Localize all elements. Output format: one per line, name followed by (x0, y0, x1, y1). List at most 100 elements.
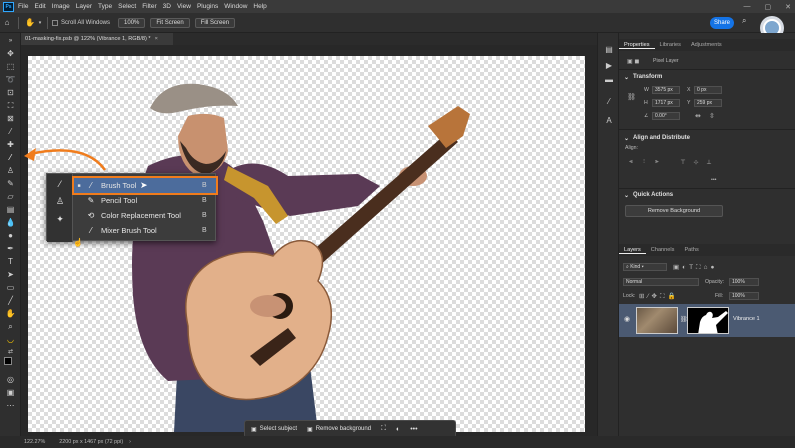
edit-toolbar-icon[interactable]: ⋯ (5, 401, 16, 410)
zoom-100-button[interactable]: 100% (118, 17, 146, 28)
search-icon[interactable]: ⌕ (742, 16, 746, 26)
quick-actions-chevron-icon[interactable]: ⌄ (624, 192, 629, 199)
paragraph-icon[interactable]: A (604, 116, 614, 126)
crop-tool-icon[interactable]: ⛶ (5, 101, 16, 110)
layer-name[interactable]: Vibrance 1 (733, 316, 760, 322)
align-left-icon[interactable]: ⫷ (627, 159, 635, 167)
align-chevron-icon[interactable]: ⌄ (624, 135, 629, 142)
share-button[interactable]: Share (710, 17, 734, 29)
align-bottom-icon[interactable]: ⊥ (705, 159, 713, 167)
gradient-tool-icon[interactable]: ▤ (5, 205, 16, 214)
opacity-field[interactable]: 100% (729, 278, 759, 286)
toolbar-collapse-icon[interactable]: » (5, 37, 16, 46)
marquee-tool-icon[interactable]: ⬚ (5, 62, 16, 71)
document-tab[interactable]: 01-masking-fix.psb @ 122% (Vibrance 1, R… (21, 33, 173, 45)
flyout-item-mixer-brush-tool[interactable]: ⁄ Mixer Brush Tool B (74, 223, 216, 238)
zoom-level[interactable]: 122.27% (24, 439, 45, 445)
select-subject-button[interactable]: ▣ Select subject (251, 426, 297, 433)
tab-paths[interactable]: Paths (679, 247, 703, 253)
align-top-icon[interactable]: ⊤ (679, 159, 687, 167)
brush-tool-icon[interactable]: ⁄ (53, 179, 67, 191)
quick-mask-icon[interactable]: ◎ (5, 375, 16, 384)
chevron-down-icon[interactable]: ▾ (37, 20, 43, 26)
move-tool-icon[interactable]: ✥ (5, 49, 16, 58)
flyout-item-color-replacement-tool[interactable]: ⟲ Color Replacement Tool B (74, 208, 216, 223)
tab-channels[interactable]: Channels (646, 247, 680, 253)
path-selection-tool-icon[interactable]: ➤ (5, 270, 16, 279)
align-hcenter-icon[interactable]: ⫶ (640, 159, 648, 167)
history-brush-tool-icon[interactable]: ✎ (5, 179, 16, 188)
layer-filter-icons[interactable]: ▣◐T⛶⌂● (673, 263, 717, 272)
transform-chevron-icon[interactable]: ⌄ (624, 74, 629, 81)
home-icon[interactable]: ⌂ (0, 18, 14, 27)
brush-tool-icon[interactable]: ⁄ (5, 153, 16, 162)
rectangle-tool-icon[interactable]: ▭ (5, 283, 16, 292)
clone-stamp-tool-icon[interactable]: ♙ (5, 166, 16, 175)
align-more-button[interactable]: ••• (711, 177, 716, 183)
minimize-button[interactable]: — (744, 3, 751, 10)
pen-tool-icon[interactable]: ✒ (5, 244, 16, 253)
brush-settings-icon[interactable]: ⁄ (604, 97, 614, 107)
healing-brush-tool-icon[interactable]: ✦ (53, 214, 67, 226)
lock-icons[interactable]: ⊞⁄✥⛶🔒 (639, 292, 679, 301)
foreground-color-swatch[interactable] (4, 357, 12, 365)
tab-adjustments[interactable]: Adjustments (686, 42, 727, 48)
layer-mask-thumbnail[interactable] (687, 307, 729, 334)
comments-icon[interactable]: ▬ (604, 75, 614, 85)
height-field[interactable]: 1717 px (652, 99, 680, 107)
close-window-button[interactable]: ✕ (785, 3, 791, 11)
remove-background-ctx-button[interactable]: ▣ Remove background (307, 426, 371, 433)
angle-field[interactable]: 0.00° (652, 112, 680, 120)
history-icon[interactable]: ▤ (604, 45, 614, 55)
dodge-tool-icon[interactable]: ● (5, 231, 16, 240)
fit-screen-button[interactable]: Fit Screen (150, 17, 190, 28)
eraser-tool-icon[interactable]: ▱ (5, 192, 16, 201)
clone-stamp-tool-icon[interactable]: ♙ (53, 196, 67, 208)
layer-filter-select[interactable]: ⌕ Kind ▾ (623, 263, 667, 271)
y-field[interactable]: 259 px (694, 99, 722, 107)
lasso-tool-icon[interactable]: ➰ (5, 75, 16, 84)
align-right-icon[interactable]: ⫸ (653, 159, 661, 167)
menu-window[interactable]: Window (224, 3, 247, 10)
width-field[interactable]: 3575 px (652, 86, 680, 94)
tab-layers[interactable]: Layers (619, 247, 646, 254)
scroll-all-windows-checkbox[interactable] (52, 19, 58, 26)
healing-brush-tool-icon[interactable]: ✚ (5, 140, 16, 149)
fill-field[interactable]: 100% (729, 292, 759, 300)
screen-mode-icon[interactable]: ▣ (5, 388, 16, 397)
flip-vertical-icon[interactable]: ⇳ (709, 112, 715, 120)
flyout-item-pencil-tool[interactable]: ✎ Pencil Tool B (74, 193, 216, 208)
tab-libraries[interactable]: Libraries (655, 42, 686, 48)
menu-type[interactable]: Type (98, 3, 112, 10)
hand-tool-icon[interactable]: ✋ (23, 18, 37, 27)
banana-icon[interactable]: ◡ (5, 335, 16, 344)
menu-edit[interactable]: Edit (34, 3, 45, 10)
document-canvas[interactable] (28, 56, 585, 432)
link-icon[interactable]: ⛓ (627, 93, 636, 101)
blur-tool-icon[interactable]: 💧 (5, 218, 16, 227)
menu-help[interactable]: Help (253, 3, 266, 10)
x-field[interactable]: 0 px (694, 86, 722, 94)
adjustment-icon[interactable]: ◐ (396, 426, 400, 433)
hand-tool-icon[interactable]: ✋ (5, 309, 16, 318)
align-vcenter-icon[interactable]: ⊹ (692, 159, 700, 167)
frame-tool-icon[interactable]: ⊠ (5, 114, 16, 123)
status-chevron-icon[interactable]: › (129, 439, 131, 445)
object-selection-tool-icon[interactable]: ⊡ (5, 88, 16, 97)
menu-file[interactable]: File (18, 3, 28, 10)
remove-background-button[interactable]: Remove Background (625, 205, 723, 217)
transform-icon[interactable]: ⛶ (381, 425, 386, 433)
menu-layer[interactable]: Layer (76, 3, 92, 10)
line-tool-icon[interactable]: ╱ (5, 296, 16, 305)
more-options-button[interactable]: ••• (410, 426, 417, 433)
visibility-eye-icon[interactable]: ◉ (624, 315, 630, 323)
blend-mode-select[interactable]: Normal (623, 278, 699, 286)
menu-filter[interactable]: Filter (142, 3, 156, 10)
eyedropper-tool-icon[interactable]: ⁄ (5, 127, 16, 136)
swap-colors-icon[interactable]: ⇄ (5, 348, 16, 357)
type-tool-icon[interactable]: T (5, 257, 16, 266)
menu-select[interactable]: Select (118, 3, 136, 10)
tab-properties[interactable]: Properties (619, 42, 655, 49)
layer-row-vibrance[interactable]: ◉ ⛓ Vibrance 1 (619, 304, 795, 337)
play-actions-icon[interactable]: ▶ (604, 61, 614, 71)
